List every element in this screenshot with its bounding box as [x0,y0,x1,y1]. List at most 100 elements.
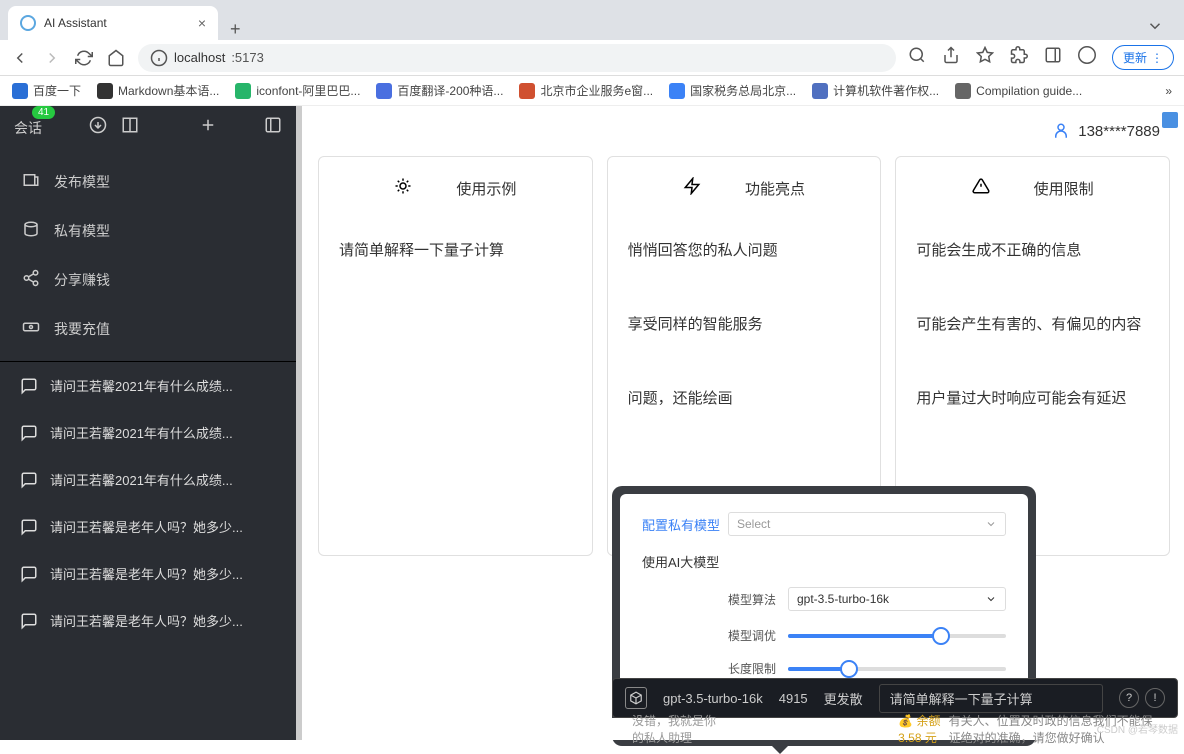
bookmark-favicon [669,83,685,99]
card-row[interactable]: 用户量过大时响应可能会有延迟 [916,387,1149,411]
browser-toolbar: localhost :5173 更新 ⋮ [0,40,1184,76]
card-title: 功能亮点 [745,178,805,199]
chat-history-item[interactable]: 请问王若馨是老年人吗？她多少... [0,597,296,644]
back-button[interactable] [10,48,30,68]
chat-icon [20,612,38,630]
bookmark-favicon [376,83,392,99]
info-icon [150,49,168,67]
use-model-label: 使用AI大模型 [642,552,728,571]
watermark: CSDN @若琴数据 [1097,721,1178,736]
url-host: localhost [174,50,225,65]
card-row[interactable]: 问题，还能绘画 [628,387,861,411]
browser-tab[interactable]: AI Assistant × [8,6,218,40]
card-row[interactable]: 享受同样的智能服务 [628,313,861,337]
sidebar-nav-item[interactable]: 私有模型 [0,206,296,255]
user-info[interactable]: 138****7889 [304,106,1184,156]
reload-button[interactable] [74,48,94,68]
nav-icon [22,171,40,192]
url-port: :5173 [231,50,264,65]
chevron-down-icon[interactable] [1134,17,1176,40]
card-icon [683,177,705,199]
card-title: 使用限制 [1034,178,1094,199]
collapse-sidebar-icon[interactable] [264,116,282,139]
bookmark-item[interactable]: 百度翻译-200种语... [376,82,503,99]
balance-label: 💰 余额 3.58 元 [898,712,948,746]
sidebar-nav-item[interactable]: 分享赚钱 [0,255,296,304]
bookmark-favicon [12,83,28,99]
tab-title: AI Assistant [44,16,190,30]
temperature-mode[interactable]: 更发散 [824,689,863,708]
nav-icon [22,220,40,241]
message-input[interactable] [879,684,1103,713]
card-row[interactable]: 可能会产生有害的、有偏见的内容 [916,313,1149,337]
chat-history-item[interactable]: 请问王若馨是老年人吗？她多少... [0,503,296,550]
grid-icon[interactable] [1162,112,1178,128]
bookmark-item[interactable]: Markdown基本语... [97,82,219,99]
extensions-icon[interactable] [1010,46,1028,69]
resize-handle[interactable] [296,106,302,740]
tune-label: 模型调优 [728,627,788,644]
star-icon[interactable] [976,46,994,69]
alert-icon[interactable]: ! [1145,688,1165,708]
sidebar: 会话 41 发布模型私有模型分享赚钱我要充值 请问王若馨2021年有什么成绩..… [0,106,296,740]
info-card: 使用示例请简单解释一下量子计算 [318,156,593,556]
chevron-down-icon [985,593,997,605]
main-area: 138****7889 使用示例请简单解释一下量子计算 功能亮点悄悄回答您的私人问… [296,106,1184,740]
sidebar-header: 会话 41 [0,106,296,149]
bookmark-favicon [97,83,113,99]
chat-history-item[interactable]: 请问王若馨是老年人吗？她多少... [0,550,296,597]
length-slider[interactable] [788,667,1006,671]
session-badge: 41 [32,106,55,119]
bookmark-item[interactable]: 国家税务总局北京... [669,82,796,99]
forward-button[interactable] [42,48,62,68]
chat-icon [20,518,38,536]
close-icon[interactable]: × [198,15,206,31]
card-row[interactable]: 悄悄回答您的私人问题 [628,239,861,263]
bookmark-favicon [812,83,828,99]
columns-icon[interactable] [121,116,139,139]
bookmark-favicon [955,83,971,99]
home-button[interactable] [106,48,126,68]
bookmark-favicon [519,83,535,99]
model-cube-icon[interactable] [625,687,647,709]
chat-history-item[interactable]: 请问王若馨2021年有什么成绩... [0,362,296,409]
current-model[interactable]: gpt-3.5-turbo-16k [663,691,763,706]
algo-select[interactable]: gpt-3.5-turbo-16k [788,587,1006,611]
share-icon[interactable] [942,46,960,69]
card-row[interactable]: 请简单解释一下量子计算 [339,239,572,263]
panel-icon[interactable] [1044,46,1062,69]
sidebar-nav-item[interactable]: 发布模型 [0,157,296,206]
address-bar[interactable]: localhost :5173 [138,44,896,72]
bookmark-item[interactable]: iconfont-阿里巴巴... [235,82,360,99]
update-button[interactable]: 更新 ⋮ [1112,45,1174,70]
chat-history-item[interactable]: 请问王若馨2021年有什么成绩... [0,456,296,503]
algo-label: 模型算法 [728,591,788,608]
bookmark-item[interactable]: 北京市企业服务e窗... [519,82,653,99]
bookmark-item[interactable]: Compilation guide... [955,83,1082,99]
new-tab-button[interactable]: + [218,19,253,40]
tab-favicon [20,15,36,31]
footer-tagline: 没错，我就是你的私人助理 [632,712,718,746]
bookmark-item[interactable]: 百度一下 [12,82,81,99]
session-label: 会话 41 [14,118,42,138]
download-icon[interactable] [89,116,107,139]
nav-icon [22,269,40,290]
new-chat-button[interactable] [199,116,217,139]
search-icon[interactable] [908,46,926,69]
private-model-label[interactable]: 配置私有模型 [642,515,728,534]
tune-slider[interactable] [788,634,1006,638]
card-title: 使用示例 [456,178,516,199]
private-model-select[interactable]: Select [728,512,1006,536]
help-icon[interactable]: ? [1119,688,1139,708]
bookmark-item[interactable]: 计算机软件著作权... [812,82,939,99]
nav-icon [22,318,40,339]
card-row[interactable]: 可能会生成不正确的信息 [916,239,1149,263]
user-phone: 138****7889 [1078,123,1160,140]
token-count: 4915 [779,691,808,706]
profile-icon[interactable] [1078,46,1096,69]
bookmark-favicon [235,83,251,99]
sidebar-nav-item[interactable]: 我要充值 [0,304,296,353]
browser-tab-strip: AI Assistant × + [0,0,1184,40]
chat-history-item[interactable]: 请问王若馨2021年有什么成绩... [0,409,296,456]
bookmarks-overflow[interactable]: » [1165,84,1172,98]
